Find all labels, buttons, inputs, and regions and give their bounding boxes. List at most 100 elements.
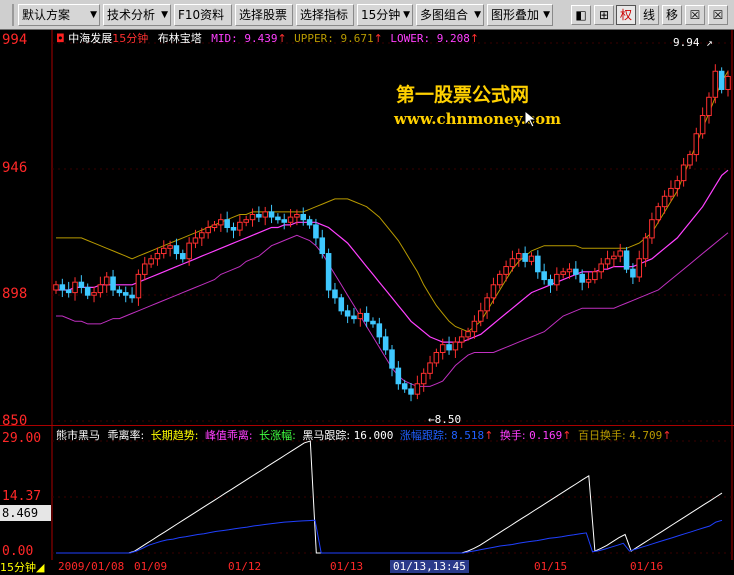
rights-button[interactable]: 权 — [616, 5, 636, 25]
candle-body — [522, 253, 528, 262]
candle-body — [319, 237, 326, 255]
candle-body — [199, 232, 205, 239]
candle-body — [395, 367, 402, 385]
candle-body — [192, 237, 199, 244]
candle-body — [275, 216, 281, 221]
x-axis-label: 01/09 — [134, 560, 168, 573]
candle-body — [370, 320, 376, 325]
candle-body — [636, 258, 643, 278]
multi-chart-button[interactable]: 多图组合 ▼ — [416, 4, 484, 26]
select-stock-label: 选择股票 — [239, 8, 288, 22]
candle-body — [72, 281, 78, 294]
candle-body — [332, 289, 338, 299]
x-axis: 15分钟◢ 2009/01/08 01/09 01/12 01/13 01/13… — [0, 560, 734, 575]
candle-body — [363, 312, 370, 322]
overlay-button[interactable]: 图形叠加 ▼ — [487, 4, 553, 26]
candle-body — [287, 216, 294, 223]
f10-button[interactable]: F10资料 — [174, 4, 232, 26]
dropdown-arrow-icon: ▼ — [403, 10, 410, 20]
price-chart-panel[interactable]: 994 946 898 850 ◘ 中海发展15分钟 布林宝塔 MID: 9.4… — [0, 30, 734, 429]
select-indicator-label: 选择指标 — [300, 8, 349, 22]
candle-body — [706, 96, 712, 117]
move-button[interactable]: 移 — [662, 5, 682, 25]
candle-body — [218, 219, 224, 226]
candle-body — [256, 213, 262, 218]
candle-body — [503, 266, 509, 275]
candle-body — [414, 383, 421, 395]
candle-body — [655, 206, 662, 221]
candle-body — [585, 279, 592, 283]
close-icon[interactable]: ☒ — [685, 5, 705, 25]
candle-body — [243, 219, 249, 223]
candle-body — [167, 245, 173, 249]
candle-body — [224, 219, 230, 228]
candle-body — [725, 75, 731, 90]
upper-band-line — [56, 70, 729, 333]
candle-body — [598, 263, 604, 273]
candle-body — [579, 273, 585, 283]
candle-body — [535, 255, 541, 273]
line-button[interactable]: 线 — [639, 5, 659, 25]
candle-body — [668, 187, 674, 197]
upper-arrow-icon: ↑ — [373, 32, 383, 45]
price-chart-svg — [51, 30, 733, 425]
upper-readout: UPPER: 9.671 — [294, 32, 374, 45]
close-all-icon[interactable]: ☒ — [708, 5, 728, 25]
overlay-label: 图形叠加 — [491, 8, 540, 22]
candle-body — [528, 255, 535, 262]
turnover-readout: 换手: 0.169 — [499, 429, 563, 442]
candle-body — [306, 219, 313, 226]
period-button[interactable]: 15分钟 ▼ — [357, 4, 413, 26]
candle-body — [211, 224, 218, 228]
sub-y-tick-label: 14.37 — [2, 489, 42, 504]
candle-body — [351, 315, 357, 320]
select-stock-button[interactable]: 选择股票 — [235, 4, 293, 26]
candle-body — [180, 253, 186, 260]
candle-body — [661, 195, 668, 208]
candle-body — [490, 284, 497, 299]
candle-body — [687, 154, 693, 166]
candle-body — [509, 258, 516, 268]
current-value-badge: 8.469 — [0, 505, 51, 521]
candle-body — [674, 180, 681, 189]
price-legend: ◘ 中海发展15分钟 布林宝塔 MID: 9.439↑ UPPER: 9.671… — [56, 30, 479, 46]
candle-body — [452, 341, 459, 351]
candle-body — [439, 344, 446, 353]
watermark-title: 第一股票公式网 — [396, 84, 530, 106]
indicator-panel[interactable]: 29.00 14.37 0.00 8.469 熊市黑马 乖离率: 长期趋势: 峰… — [0, 425, 734, 561]
candle-body — [300, 213, 307, 221]
f10-label: F10资料 — [178, 8, 225, 22]
candle-body — [401, 383, 408, 390]
candle-body — [465, 331, 471, 338]
candle-body — [382, 336, 389, 351]
mid-arrow-icon: ↑ — [277, 32, 287, 45]
candle-body — [433, 352, 440, 364]
candle-body — [129, 294, 135, 299]
candle-body — [680, 164, 687, 182]
candle-body — [484, 297, 490, 312]
trend-label: 长期趋势: — [150, 429, 199, 442]
candle-body — [325, 253, 332, 291]
scheme-button[interactable]: 默认方案 ▼ — [18, 4, 100, 26]
candle-body — [230, 227, 237, 231]
candle-body — [642, 237, 649, 260]
mid-readout: MID: 9.439 — [211, 32, 278, 45]
dropdown-arrow-icon: ▼ — [474, 10, 481, 20]
candle-body — [592, 271, 598, 281]
candle-body — [566, 268, 573, 273]
grid-icon[interactable]: ⊞ — [594, 5, 614, 25]
select-indicator-button[interactable]: 选择指标 — [296, 4, 354, 26]
lower-arrow-icon: ↑ — [469, 32, 480, 45]
candle-body — [630, 268, 636, 278]
candle-body — [116, 289, 123, 294]
hundred-turnover-readout: 百日换手: 4.709 — [577, 429, 663, 442]
window-icon[interactable]: ◧ — [571, 5, 591, 25]
cursor-time-label: 01/13,13:45 — [390, 560, 469, 573]
x-axis-label: 01/15 — [534, 560, 568, 573]
candle-body — [313, 224, 319, 239]
candle-body — [205, 227, 211, 234]
candle-body — [611, 255, 617, 260]
x-axis-period[interactable]: 15分钟◢ — [0, 560, 52, 575]
chart-period: 15分钟 — [112, 32, 149, 45]
tech-analysis-button[interactable]: 技术分析 ▼ — [103, 4, 171, 26]
